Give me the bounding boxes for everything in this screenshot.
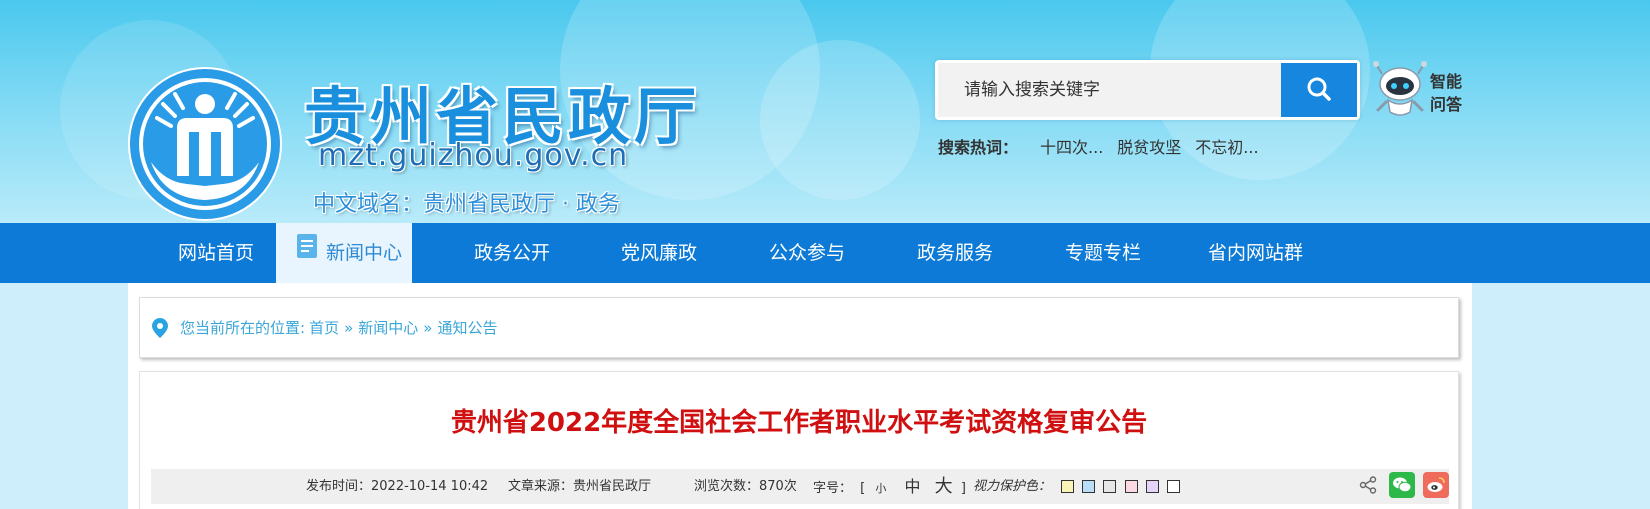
breadcrumb-home[interactable]: 首页 [309,317,339,338]
site-chinese-domain: 中文域名：贵州省民政厅 · 政务 [313,192,620,217]
nav-item-gov-affairs[interactable]: 政务公开 [474,223,550,283]
eye-care-swatch-pink[interactable] [1124,480,1138,493]
location-pin-icon [152,317,168,338]
view-count: 浏览次数：870次 [694,479,797,494]
eye-care-swatch-blue[interactable] [1082,480,1096,493]
article-source: 文章来源：贵州省民政厅 [508,479,652,494]
background-bokeh [760,40,920,200]
breadcrumb-separator: » [423,318,433,337]
font-size-medium-button[interactable]: 中 [905,477,921,496]
hot-search-label: 搜索热词： [938,138,1019,157]
eye-care-label: 视力保护色： [973,479,1052,494]
article-title: 贵州省2022年度全国社会工作者职业水平考试资格复审公告 [450,408,1148,438]
document-icon [296,223,318,283]
font-size-label: 字号： [813,481,853,496]
article-meta-bar: 发布时间：2022-10-14 10:42 文章来源：贵州省民政厅 浏览次数：8… [151,469,1449,504]
nav-item-site-group[interactable]: 省内网站群 [1208,223,1303,283]
eye-care-swatch-purple[interactable] [1145,480,1159,493]
nav-item-party-integrity[interactable]: 党风廉政 [621,223,697,283]
ministry-logo-icon[interactable] [127,66,283,222]
nav-item-gov-services[interactable]: 政务服务 [917,223,993,283]
nav-item-public-participation[interactable]: 公众参与 [769,223,845,283]
search-input[interactable] [938,63,1281,117]
nav-item-label: 新闻中心 [326,242,403,264]
search-box [935,60,1360,120]
eye-care-swatch-gray[interactable] [1103,480,1117,493]
hot-word-link[interactable]: 十四次... [1040,134,1103,158]
breadcrumb-separator: » [344,318,354,337]
share-area [1355,472,1449,498]
search-icon [1306,76,1332,105]
eye-care-swatch-white[interactable] [1166,480,1180,493]
breadcrumb-news-center[interactable]: 新闻中心 [358,317,418,338]
font-size-large-button[interactable]: 大 [935,476,953,497]
hot-search-words: 搜索热词： 十四次... 脱贫攻坚 不忘初... [938,134,1273,158]
article-container: 贵州省2022年度全国社会工作者职业水平考试资格复审公告 发布时间：2022-1… [139,371,1459,509]
wechat-share-icon[interactable] [1389,472,1415,498]
share-icon[interactable] [1355,472,1381,498]
breadcrumb: 您当前所在的位置: 首页 » 新闻中心 » 通知公告 [139,297,1459,358]
bracket-open: [ [860,481,866,496]
eye-care-swatch-yellow[interactable] [1061,480,1075,493]
site-domain: mzt.guizhou.gov.cn [318,138,629,173]
publish-time: 发布时间：2022-10-14 10:42 [306,479,489,494]
nav-item-special-topics[interactable]: 专题专栏 [1065,223,1141,283]
weibo-share-icon[interactable] [1423,472,1449,498]
nav-item-news[interactable]: 新闻中心 [276,223,413,283]
search-button[interactable] [1281,63,1357,117]
bracket-close: ] [960,481,966,496]
assistant-label[interactable]: 智能 问答 [1430,70,1470,116]
nav-item-home[interactable]: 网站首页 [178,223,254,283]
hot-word-link[interactable]: 脱贫攻坚 [1117,134,1181,158]
main-nav: 网站首页 新闻中心 政务公开 党风廉政 公众参与 政务服务 专题专栏 省内网站群 [0,223,1650,283]
site-header: 贵州省民政厅 mzt.guizhou.gov.cn 中文域名：贵州省民政厅 · … [0,0,1650,223]
font-size-control: 字号： [ 小 中 大 ] [813,469,966,506]
breadcrumb-prefix: 您当前所在的位置: [180,319,306,337]
eye-care-control: 视力保护色： [973,469,1184,504]
main-content: 您当前所在的位置: 首页 » 新闻中心 » 通知公告 贵州省2022年度全国社会… [128,283,1472,509]
font-size-small-button[interactable]: 小 [875,482,886,495]
assistant-robot-icon[interactable] [1372,58,1428,120]
breadcrumb-notices[interactable]: 通知公告 [437,317,497,338]
hot-word-link[interactable]: 不忘初... [1195,134,1258,158]
